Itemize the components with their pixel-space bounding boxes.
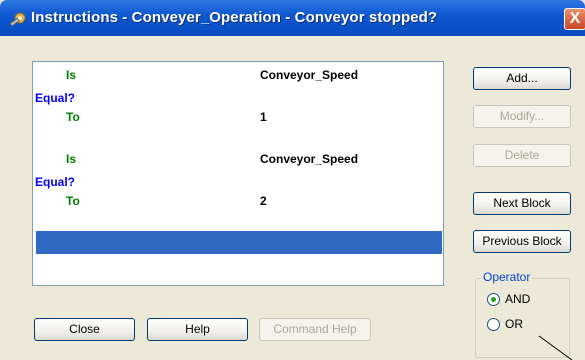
instructions-dialog: Instructions - Conveyer_Operation - Conv… <box>0 0 585 360</box>
callout-pointer-line <box>538 335 573 360</box>
